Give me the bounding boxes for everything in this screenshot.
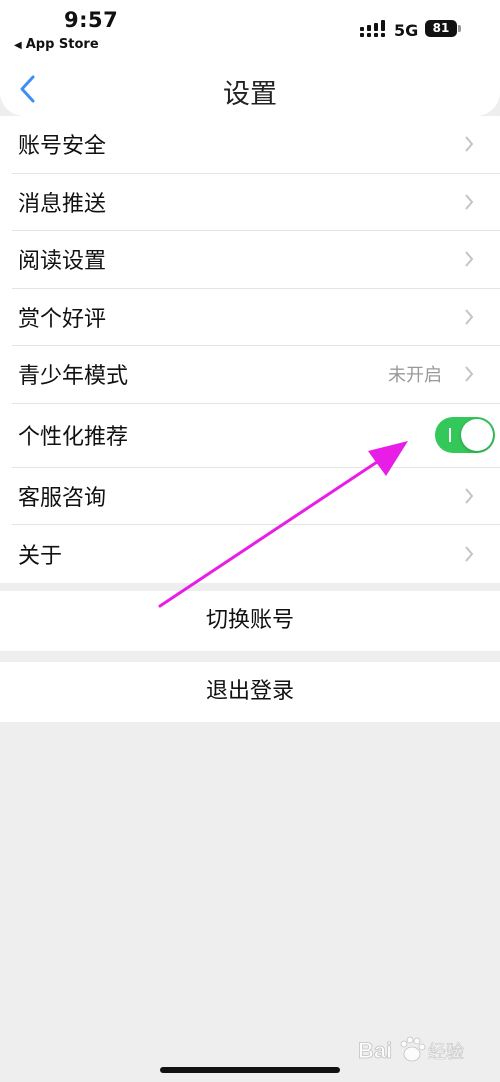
settings-item-label: 消息推送 [18,191,107,217]
svg-text:经验: 经验 [428,1042,464,1063]
page-title: 设置 [223,79,277,110]
chevron-right-icon [465,251,474,267]
chevron-right-icon [465,309,474,325]
teen-mode-status: 未开启 [388,365,442,387]
settings-item-teen-mode[interactable]: 青少年模式 未开启 [12,346,500,404]
chevron-right-icon [465,136,474,152]
settings-item-label: 赏个好评 [18,306,107,332]
settings-item-rate-app[interactable]: 赏个好评 [12,289,500,346]
network-type: 5G [394,21,419,40]
settings-item-label: 关于 [18,543,63,569]
settings-item-label: 个性化推荐 [18,425,129,450]
settings-item-label: 账号安全 [18,134,107,160]
settings-item-label: 青少年模式 [18,364,129,390]
top-bar: 9:57 ◀ App Store 5G 81 设置 [0,0,500,116]
settings-item-personalized-recommendation: 个性化推荐 [12,404,500,468]
home-indicator[interactable] [160,1067,340,1073]
settings-item-reading[interactable]: 阅读设置 [12,231,500,289]
switch-account-button[interactable]: 切换账号 [0,591,500,651]
chevron-right-icon [465,546,474,562]
settings-item-about[interactable]: 关于 [12,525,500,583]
settings-item-label: 阅读设置 [18,249,107,275]
back-triangle-icon: ◀ [14,40,22,51]
baidu-watermark-logo: Bai 经验 [358,1036,464,1063]
chevron-right-icon [465,366,474,382]
chevron-right-icon [465,488,474,504]
chevron-right-icon [465,194,474,210]
back-to-app-link[interactable]: ◀ App Store [14,37,99,52]
settings-item-customer-service[interactable]: 客服咨询 [12,468,500,525]
battery-cap [458,25,461,32]
battery-icon: 81 [425,20,457,37]
settings-list: 账号安全 消息推送 阅读设置 赏个好评 青少年模式 未开启 个性化推荐 客服咨询… [0,116,500,583]
personalized-recommendation-toggle[interactable] [435,417,495,453]
settings-item-message-push[interactable]: 消息推送 [12,174,500,231]
logout-button[interactable]: 退出登录 [0,662,500,722]
status-time: 9:57 [64,8,119,32]
back-app-label: App Store [25,37,99,52]
cellular-signal-icon [360,20,385,37]
svg-text:Bai: Bai [358,1038,392,1063]
settings-item-label: 客服咨询 [18,485,107,511]
toggle-knob [461,419,493,451]
toggle-on-mark [449,428,451,442]
settings-item-account-security[interactable]: 账号安全 [12,116,500,174]
